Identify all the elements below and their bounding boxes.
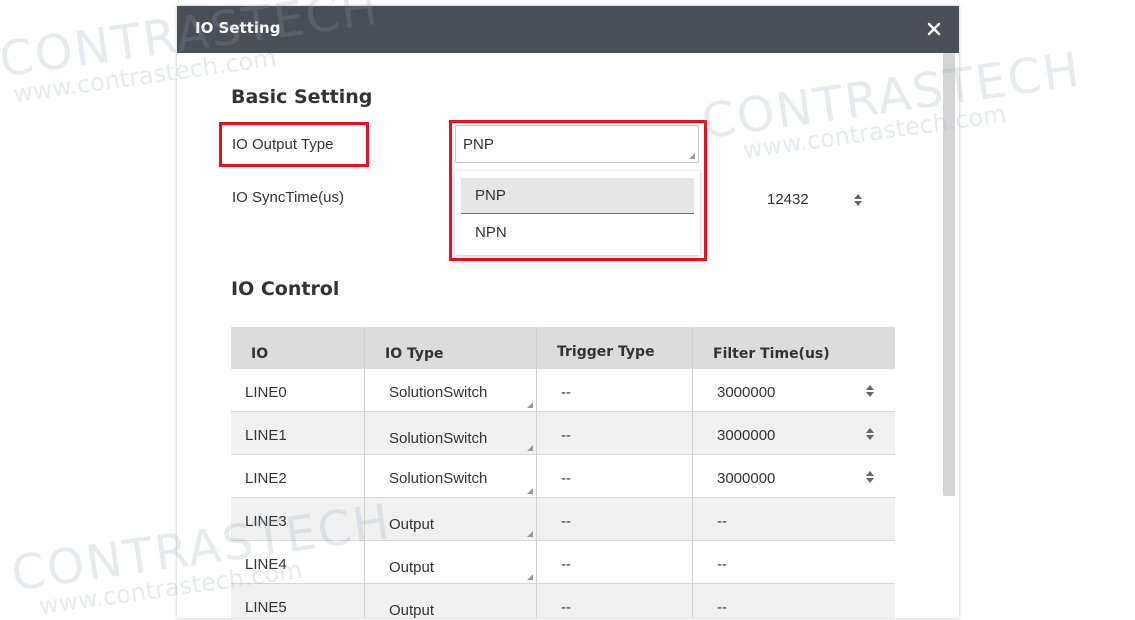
io-output-type-dropdown: PNP NPN	[455, 171, 700, 255]
table-header-row: IO IO Type Trigger Type Filter Time(us)	[231, 327, 895, 369]
dropdown-corner-icon	[527, 574, 533, 580]
table-row[interactable]: LINE0 SolutionSwitch -- 3000000	[231, 369, 895, 412]
dropdown-option-pnp[interactable]: PNP	[461, 178, 694, 214]
table-row[interactable]: LINE1 SolutionSwitch -- 3000000	[231, 412, 895, 455]
io-cell: LINE4	[245, 556, 287, 573]
column-header-io-type: IO Type	[364, 327, 536, 369]
basic-setting-heading: Basic Setting	[231, 86, 373, 108]
trigger-type-cell: --	[536, 584, 692, 618]
table-row[interactable]: LINE3 Output -- --	[231, 498, 895, 541]
filter-time-value: 3000000	[717, 427, 776, 444]
spin-arrows-icon[interactable]	[865, 384, 875, 398]
table-row[interactable]: LINE5 Output -- --	[231, 584, 895, 618]
io-output-type-value: PNP	[463, 136, 494, 153]
dropdown-corner-icon	[527, 488, 533, 494]
filter-time-input[interactable]: 3000000	[692, 455, 883, 497]
filter-time-cell: --	[692, 584, 883, 618]
io-type-value: SolutionSwitch	[389, 430, 488, 447]
io-cell: LINE0	[245, 384, 287, 401]
io-type-select[interactable]: Output	[364, 541, 536, 583]
dialog-scrollbar[interactable]	[943, 53, 955, 496]
io-control-heading: IO Control	[231, 278, 340, 300]
filter-time-cell: --	[692, 498, 883, 540]
io-sync-time-value: 12432	[767, 191, 809, 208]
io-type-select[interactable]: SolutionSwitch	[364, 369, 536, 411]
io-type-select[interactable]: SolutionSwitch	[364, 412, 536, 454]
io-cell: LINE5	[245, 599, 287, 616]
table-row[interactable]: LINE4 Output -- --	[231, 541, 895, 584]
filter-time-input[interactable]: 3000000	[692, 412, 883, 454]
io-cell: LINE2	[245, 470, 287, 487]
dialog-titlebar: IO Setting	[177, 6, 959, 53]
column-header-filter-time: Filter Time(us)	[692, 327, 883, 369]
filter-time-cell: --	[692, 541, 883, 583]
io-sync-time-input[interactable]: 12432	[757, 181, 875, 219]
io-type-value: SolutionSwitch	[389, 470, 488, 487]
column-header-trigger-type: Trigger Type	[536, 327, 692, 369]
io-output-type-label: IO Output Type	[232, 136, 334, 153]
dropdown-corner-icon	[527, 402, 533, 408]
trigger-type-cell: --	[536, 369, 692, 411]
trigger-type-cell: --	[536, 541, 692, 583]
io-type-value: Output	[389, 602, 435, 618]
dialog-title: IO Setting	[195, 19, 281, 37]
trigger-type-cell: --	[536, 455, 692, 497]
dropdown-corner-icon	[689, 153, 695, 159]
spin-arrows-icon[interactable]	[853, 193, 863, 207]
io-type-value: SolutionSwitch	[389, 384, 488, 401]
dropdown-corner-icon	[527, 531, 533, 537]
io-type-select[interactable]: Output	[364, 498, 536, 540]
io-type-value: Output	[389, 516, 435, 533]
filter-time-value: 3000000	[717, 384, 776, 401]
spin-arrows-icon[interactable]	[865, 427, 875, 441]
io-control-table: IO IO Type Trigger Type Filter Time(us) …	[231, 327, 895, 618]
io-type-select[interactable]: Output	[364, 584, 536, 618]
dropdown-corner-icon	[527, 445, 533, 451]
trigger-type-cell: --	[536, 412, 692, 454]
spin-arrows-icon[interactable]	[865, 470, 875, 484]
io-sync-time-label: IO SyncTime(us)	[232, 189, 344, 206]
dropdown-option-npn[interactable]: NPN	[461, 215, 694, 251]
trigger-type-cell: --	[536, 498, 692, 540]
io-setting-dialog: IO Setting Basic Setting IO Output Type …	[177, 6, 959, 618]
io-type-value: Output	[389, 559, 435, 576]
column-header-io: IO	[251, 346, 269, 362]
io-cell: LINE1	[245, 427, 287, 444]
close-icon[interactable]	[923, 18, 945, 40]
io-output-type-select[interactable]: PNP	[455, 125, 699, 163]
io-type-select[interactable]: SolutionSwitch	[364, 455, 536, 497]
io-cell: LINE3	[245, 513, 287, 530]
filter-time-value: 3000000	[717, 470, 776, 487]
table-row[interactable]: LINE2 SolutionSwitch -- 3000000	[231, 455, 895, 498]
filter-time-input[interactable]: 3000000	[692, 369, 883, 411]
